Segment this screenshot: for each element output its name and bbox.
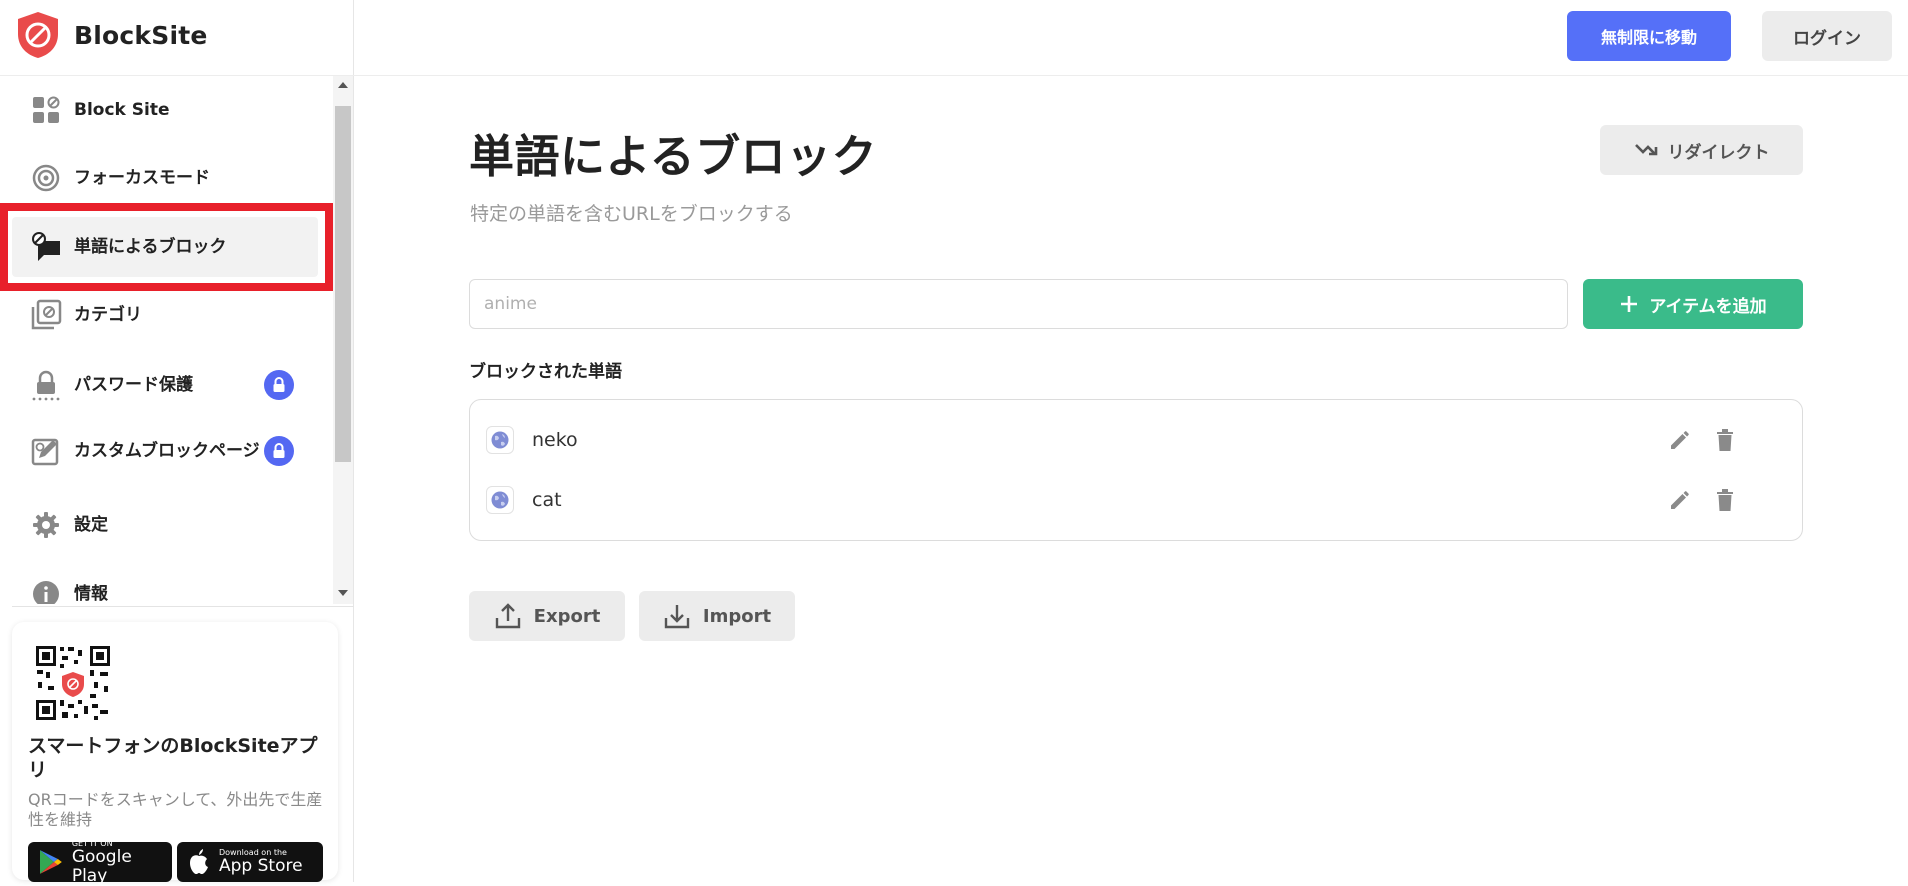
custom-page-icon [30, 435, 62, 467]
page-title: 単語によるブロック [469, 130, 878, 183]
premium-lock-icon [264, 436, 294, 466]
globe-icon [486, 486, 514, 514]
sidebar-item-label: Block Site [74, 100, 170, 120]
qr-code-icon [34, 644, 112, 722]
password-lock-icon [30, 369, 62, 401]
target-icon [30, 162, 62, 194]
trash-icon[interactable] [1710, 425, 1740, 455]
word-input[interactable] [469, 279, 1568, 329]
scroll-up-arrow-icon[interactable] [338, 82, 348, 88]
download-icon [664, 605, 690, 629]
login-button[interactable]: ログイン [1762, 11, 1892, 61]
add-item-label: アイテムを追加 [1649, 296, 1767, 317]
page-subtitle: 特定の単語を含むURLをブロックする [470, 203, 793, 225]
gear-icon [30, 509, 62, 541]
blocked-word-text: neko [532, 429, 578, 451]
active-item-highlight-frame [0, 203, 333, 291]
app-store-button[interactable]: Download on the App Store [177, 842, 323, 882]
plus-icon [1621, 296, 1638, 312]
promo-description: QRコードをスキャンして、外出先で生産性を維持 [28, 790, 323, 829]
blocksite-logo-icon [18, 12, 58, 58]
store-big-text: App Store [219, 856, 303, 876]
trash-icon[interactable] [1710, 485, 1740, 515]
upgrade-button[interactable]: 無制限に移動 [1567, 11, 1731, 61]
brand[interactable]: BlockSite [14, 12, 208, 58]
google-play-button[interactable]: GET IT ON Google Play [28, 839, 172, 885]
blocked-word-text: cat [532, 489, 562, 511]
add-item-button[interactable]: アイテムを追加 [1583, 279, 1803, 329]
info-icon [30, 578, 62, 604]
divider [12, 606, 354, 607]
upload-icon [495, 603, 520, 629]
edit-icon[interactable] [1665, 425, 1695, 455]
scrollbar-thumb[interactable] [335, 106, 351, 462]
promo-title: スマートフォンのBlockSiteアプリ [28, 735, 318, 781]
list-item: cat [486, 478, 1786, 522]
sidebar-item-label: 情報 [74, 584, 108, 604]
sidebar-item-label: カスタムブロックページ [74, 441, 260, 461]
sidebar: BlockSite Block Site フォーカスモード 単語によるブロック … [0, 0, 354, 885]
export-label: Export [533, 605, 601, 627]
google-play-icon [39, 850, 62, 874]
import-label: Import [702, 605, 772, 627]
category-icon [30, 299, 62, 331]
apple-icon [190, 849, 208, 874]
blocked-words-heading: ブロックされた単語 [469, 362, 622, 382]
export-button[interactable]: Export [469, 591, 625, 641]
sidebar-item-password[interactable]: パスワード保護 [12, 355, 318, 415]
blocked-words-list: neko cat [469, 399, 1803, 541]
sidebar-item-info[interactable]: 情報 [12, 564, 318, 604]
scroll-down-arrow-icon[interactable] [338, 590, 348, 596]
mobile-app-promo: スマートフォンのBlockSiteアプリ QRコードをスキャンして、外出先で生産… [12, 622, 338, 885]
redirect-arrow-icon [1634, 144, 1657, 156]
block-site-icon [30, 94, 62, 126]
premium-lock-icon [264, 370, 294, 400]
list-item: neko [486, 418, 1786, 462]
sidebar-item-focus-mode[interactable]: フォーカスモード [12, 148, 318, 208]
edit-icon[interactable] [1665, 485, 1695, 515]
globe-icon [486, 426, 514, 454]
sidebar-item-block-site[interactable]: Block Site [12, 80, 318, 140]
header-divider [354, 75, 1908, 76]
sidebar-item-settings[interactable]: 設定 [12, 495, 318, 555]
redirect-button[interactable]: リダイレクト [1600, 125, 1803, 175]
sidebar-scrollbar[interactable] [333, 76, 353, 604]
sidebar-nav: Block Site フォーカスモード 単語によるブロック カテゴリ パスワード… [0, 76, 333, 604]
store-big-text: Google Play [71, 846, 132, 886]
brand-name: BlockSite [74, 20, 208, 50]
sidebar-item-label: 設定 [74, 515, 108, 535]
sidebar-item-label: カテゴリ [74, 305, 142, 325]
sidebar-item-category[interactable]: カテゴリ [12, 285, 318, 345]
sidebar-item-custom-block-page[interactable]: カスタムブロックページ [12, 416, 318, 486]
sidebar-item-label: フォーカスモード [74, 168, 210, 188]
sidebar-item-label: パスワード保護 [74, 375, 193, 395]
import-button[interactable]: Import [639, 591, 795, 641]
redirect-label: リダイレクト [1667, 142, 1770, 163]
